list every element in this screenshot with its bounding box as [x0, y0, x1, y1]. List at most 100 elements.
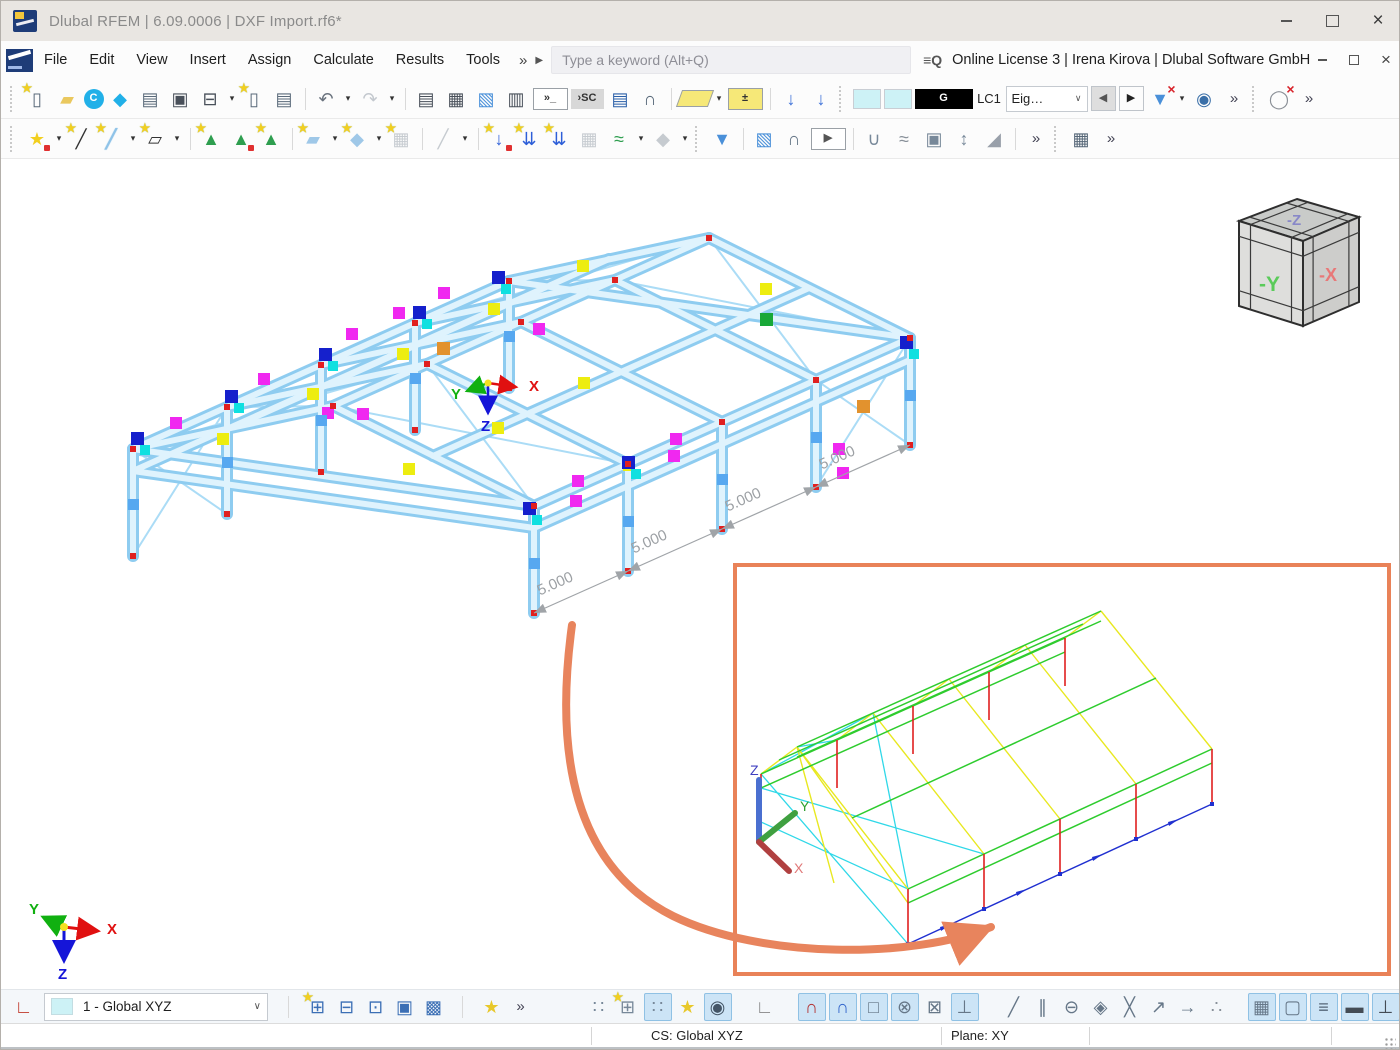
support-point-icon[interactable]: ⊥	[1372, 993, 1400, 1021]
new-model-icon[interactable]: ▯★	[24, 85, 51, 112]
new-dimension-icon[interactable]: ╱	[430, 125, 457, 152]
open-model-icon[interactable]: ▰	[54, 85, 81, 112]
mdi-restore-button[interactable]	[1345, 51, 1363, 69]
grid-points-visible-icon[interactable]: ∷	[586, 994, 612, 1020]
toolbar2-overflow-1[interactable]: »	[1023, 125, 1050, 152]
previous-load-case-icon[interactable]: ◀	[1091, 86, 1116, 111]
snap-perpendicular-icon[interactable]: ⊥	[951, 993, 979, 1021]
results-filter-icon[interactable]: ▼	[709, 125, 736, 152]
data-navigator-icon[interactable]: ▤	[413, 85, 440, 112]
new-solid-icon[interactable]: ◆★	[344, 125, 371, 152]
edit-parameters-icon[interactable]: ±	[728, 88, 763, 110]
object-grid-icon[interactable]: ▦	[1248, 993, 1276, 1021]
mdi-minimize-button[interactable]	[1313, 51, 1331, 69]
snap-intersection-icon[interactable]: ╳	[1117, 994, 1143, 1020]
undo-icon[interactable]: ↶	[313, 85, 340, 112]
reactions-icon[interactable]: ↕	[951, 125, 978, 152]
import-window-icon[interactable]: ↓	[778, 85, 805, 112]
new-polyline-icon[interactable]: ▱★	[142, 125, 169, 152]
snap-cross-icon[interactable]: ⊠	[922, 994, 948, 1020]
next-load-case-icon[interactable]: ▶	[1119, 86, 1144, 111]
coordinate-system-select[interactable]: 1 - Global XYZ ∨	[44, 993, 268, 1021]
new-free-load-icon[interactable]: ▦	[576, 125, 603, 152]
menu-item-tools[interactable]: Tools	[455, 41, 511, 79]
menu-item-assign[interactable]: Assign	[237, 41, 303, 79]
snap-nearest-icon[interactable]: →	[1175, 994, 1201, 1020]
script-console-icon[interactable]: ›SC	[571, 89, 604, 109]
mdi-close-button[interactable]: ×	[1377, 51, 1395, 69]
menu-item-file[interactable]: File	[33, 41, 78, 79]
grid-points-snap-icon[interactable]: ∷	[644, 993, 672, 1021]
dlubal-center-icon[interactable]: C	[84, 89, 104, 109]
ortho-icon[interactable]: ∟	[752, 994, 778, 1020]
workplane-rotate-icon[interactable]: ⊡	[363, 994, 389, 1020]
workplane-box-icon[interactable]: ▣	[392, 994, 418, 1020]
results-navigator-icon[interactable]: ▤	[607, 85, 634, 112]
snap-endpoint-icon[interactable]: □	[860, 993, 888, 1021]
printout-report-icon[interactable]: ▤	[271, 85, 298, 112]
main-structure-model[interactable]	[133, 238, 910, 613]
toolbar1-overflow-2[interactable]: »	[1296, 85, 1323, 112]
menu-item-results[interactable]: Results	[385, 41, 455, 79]
search-lists-icon[interactable]: ≡Q	[923, 52, 942, 68]
panel-icon[interactable]: ▥	[503, 85, 530, 112]
zoom-cancel-icon[interactable]: ◯×	[1266, 85, 1293, 112]
load-type-badge[interactable]: G	[915, 89, 973, 109]
solid-results-icon[interactable]: ▣	[921, 125, 948, 152]
filter-loads-icon[interactable]: ▼×	[1147, 85, 1174, 112]
new-line-icon[interactable]: ╱★	[68, 125, 95, 152]
toolbar2-overflow-2[interactable]: »	[1098, 125, 1125, 152]
workplane-new-icon[interactable]: ⊞★	[305, 994, 331, 1020]
maximize-button[interactable]	[1309, 1, 1355, 41]
snap-parallel-icon[interactable]: ∥	[1030, 994, 1056, 1020]
save-icon[interactable]: ▣	[167, 85, 194, 112]
menu-item-edit[interactable]: Edit	[78, 41, 125, 79]
menu-item-insert[interactable]: Insert	[179, 41, 237, 79]
edit-selected-objects-icon[interactable]	[675, 90, 713, 107]
search-input[interactable]	[551, 46, 911, 74]
close-button[interactable]: ×	[1355, 1, 1400, 41]
snap-magnet-icon[interactable]: ∩	[829, 993, 857, 1021]
member-endpoints-icon[interactable]: ▬	[1341, 993, 1369, 1021]
console-icon[interactable]: »_	[533, 88, 568, 110]
workplane-axes-icon[interactable]: ∟	[11, 994, 37, 1020]
menu-expand-icon[interactable]: ▶	[531, 55, 547, 66]
new-block-icon[interactable]: ▦★	[388, 125, 415, 152]
toolbar1-overflow-1[interactable]: »	[1221, 85, 1248, 112]
print-icon[interactable]: ⊟	[197, 85, 224, 112]
new-surface-icon[interactable]: ▰★	[300, 125, 327, 152]
guidelines-visible-icon[interactable]: ◉	[704, 993, 732, 1021]
support-chat-icon[interactable]: ∩	[637, 85, 664, 112]
line-supports-icon[interactable]: ▲★	[258, 125, 285, 152]
result-diagrams-icon[interactable]: ▧	[751, 125, 778, 152]
clipping-plane-icon[interactable]: ◢	[981, 125, 1008, 152]
new-printout-report-icon[interactable]: ▯★	[241, 85, 268, 112]
snap-center-icon[interactable]: ◈	[1088, 994, 1114, 1020]
deformation-icon[interactable]: ∪	[861, 125, 888, 152]
new-member-icon[interactable]: ╱★	[98, 125, 125, 152]
workplane-move-icon[interactable]: ⊟	[334, 994, 360, 1020]
load-wizard-icon[interactable]: ◆	[650, 125, 677, 152]
workplane-grid-icon[interactable]: ▩	[421, 994, 447, 1020]
navigation-cube[interactable]: -Y -X -Z	[1239, 199, 1359, 326]
contour-icon[interactable]: ≈	[891, 125, 918, 152]
model-viewport[interactable]: 5.000 5.000 5.000 5.000 X Y Z	[1, 159, 1400, 989]
snap-menu-icon[interactable]: ★	[479, 994, 505, 1020]
menu-item-calculate[interactable]: Calculate	[302, 41, 384, 79]
animation-icon[interactable]: ▶	[811, 128, 846, 150]
models-cube-icon[interactable]: ◆	[107, 85, 134, 112]
menu-overflow-icon[interactable]: »	[511, 52, 531, 69]
tables-icon[interactable]: ▦	[443, 85, 470, 112]
new-nodal-support-icon[interactable]: ▲★	[198, 125, 225, 152]
resize-grip[interactable]	[1384, 1037, 1396, 1049]
result-diagram-icon[interactable]: ▧	[473, 85, 500, 112]
bottombar-overflow[interactable]: »	[508, 994, 534, 1020]
guidelines-new-icon[interactable]: ★	[675, 994, 701, 1020]
menu-item-view[interactable]: View	[125, 41, 178, 79]
snap-tangent-icon[interactable]: ⊖	[1059, 994, 1085, 1020]
selection-window-icon[interactable]: ▢	[1279, 993, 1307, 1021]
new-member-load-icon[interactable]: ⇊★	[516, 125, 543, 152]
layers-icon[interactable]: ≡	[1310, 993, 1338, 1021]
new-nodal-load-icon[interactable]: ↓★	[486, 125, 513, 152]
visibility-icon[interactable]: ◉	[1191, 85, 1218, 112]
